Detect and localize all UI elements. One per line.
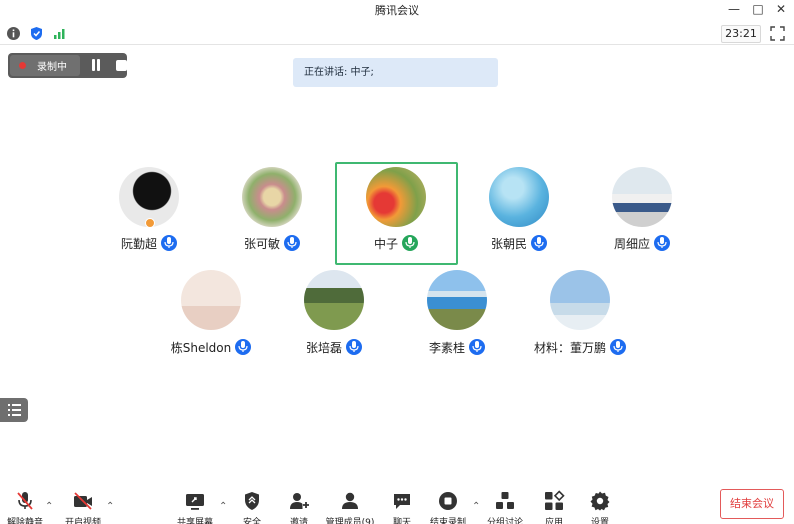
end-recording-label: 结束录制 bbox=[429, 518, 466, 524]
fullscreen-icon[interactable] bbox=[770, 26, 785, 41]
breakout-rooms-icon bbox=[496, 492, 514, 509]
avatar bbox=[550, 270, 610, 330]
mic-icon bbox=[161, 235, 177, 251]
pause-recording-icon[interactable] bbox=[90, 59, 102, 72]
list-icon bbox=[8, 404, 21, 416]
invite-user-icon bbox=[290, 493, 309, 509]
avatar bbox=[181, 270, 241, 330]
recording-indicator: 录制中 bbox=[8, 53, 127, 78]
chat-label: 聊天 bbox=[392, 518, 411, 524]
manage-members-button[interactable]: 管理成员(9) bbox=[326, 490, 374, 524]
maximize-icon[interactable]: □ bbox=[750, 1, 766, 17]
bottom-toolbar: 解除静音 ⌃ 开启视频 ⌃ 共享屏幕 ⌃ 安全 邀请 管理成员(9) 聊天 结束… bbox=[0, 486, 794, 524]
start-video-button[interactable]: 开启视频 bbox=[65, 490, 101, 524]
host-badge-icon bbox=[145, 218, 155, 228]
close-icon[interactable]: ✕ bbox=[773, 1, 789, 17]
stop-record-icon bbox=[439, 492, 457, 510]
mic-icon bbox=[654, 235, 670, 251]
unmute-label: 解除静音 bbox=[6, 518, 43, 524]
mic-icon bbox=[469, 339, 485, 355]
share-screen-icon bbox=[186, 494, 204, 510]
recording-label: 录制中 bbox=[37, 62, 67, 73]
member-list-toggle[interactable] bbox=[0, 398, 28, 422]
participant-name: 栋Sheldon bbox=[170, 340, 232, 355]
unmute-button[interactable]: 解除静音 bbox=[7, 490, 43, 524]
security-label: 安全 bbox=[242, 518, 261, 524]
avatar bbox=[489, 167, 549, 227]
video-off-icon bbox=[74, 492, 92, 510]
members-icon bbox=[342, 492, 358, 509]
participant-name: 材料：董万鹏 bbox=[533, 340, 606, 355]
breakout-button[interactable]: 分组讨论 bbox=[487, 490, 523, 524]
title-bar: 腾讯会议 — □ ✕ bbox=[0, 0, 794, 19]
participant-name: 周细应 bbox=[613, 236, 650, 251]
mic-icon bbox=[235, 339, 252, 355]
gear-icon bbox=[590, 491, 610, 511]
speaking-banner: 正在讲话: 中子; bbox=[293, 58, 498, 87]
participant-name: 张可敏 bbox=[243, 236, 280, 251]
chevron-up-icon[interactable]: ⌃ bbox=[45, 501, 53, 512]
settings-button[interactable]: 设置 bbox=[586, 490, 614, 524]
share-screen-label: 共享屏幕 bbox=[176, 518, 213, 524]
mic-muted-icon bbox=[17, 492, 33, 510]
info-icon[interactable] bbox=[6, 26, 21, 41]
participant-name: 李素桂 bbox=[428, 340, 465, 355]
signal-icon[interactable] bbox=[52, 26, 67, 41]
meeting-window: 腾讯会议 — □ ✕ 23:21 录制中 正在讲话: 中子; 阮勤超 张可敏 中… bbox=[0, 0, 794, 524]
apps-grid-icon bbox=[545, 490, 565, 510]
chat-button[interactable]: 聊天 bbox=[388, 490, 416, 524]
recording-status: 录制中 bbox=[10, 55, 80, 76]
shield-icon[interactable] bbox=[29, 26, 44, 41]
security-button[interactable]: 安全 bbox=[238, 490, 266, 524]
recording-dot-icon bbox=[19, 62, 26, 69]
avatar bbox=[427, 270, 487, 330]
status-bar: 23:21 bbox=[0, 23, 794, 45]
breakout-label: 分组讨论 bbox=[486, 518, 523, 524]
mic-icon bbox=[284, 235, 300, 251]
stop-recording-icon[interactable] bbox=[116, 60, 127, 71]
invite-button[interactable]: 邀请 bbox=[285, 490, 313, 524]
start-video-label: 开启视频 bbox=[64, 518, 101, 524]
participant-name: 阮勤超 bbox=[120, 236, 157, 251]
avatar bbox=[304, 270, 364, 330]
chevron-up-icon[interactable]: ⌃ bbox=[472, 501, 480, 512]
avatar bbox=[612, 167, 672, 227]
minimize-icon[interactable]: — bbox=[726, 1, 742, 17]
apps-button[interactable]: 应用 bbox=[540, 490, 568, 524]
invite-label: 邀请 bbox=[289, 518, 308, 524]
end-meeting-button[interactable]: 结束会议 bbox=[720, 489, 784, 519]
apps-label: 应用 bbox=[544, 518, 563, 524]
settings-label: 设置 bbox=[590, 518, 609, 524]
participant-name: 张朝民 bbox=[490, 236, 527, 251]
participant-name: 张培磊 bbox=[305, 340, 342, 355]
mic-active-icon bbox=[402, 235, 418, 251]
mic-icon bbox=[346, 339, 362, 355]
chevron-up-icon[interactable]: ⌃ bbox=[106, 501, 114, 512]
participant-name: 中子 bbox=[373, 236, 398, 251]
mic-icon bbox=[610, 339, 626, 355]
shield-icon bbox=[245, 492, 259, 510]
chevron-up-icon[interactable]: ⌃ bbox=[219, 501, 227, 512]
meeting-timer: 23:21 bbox=[721, 25, 761, 43]
avatar bbox=[242, 167, 302, 227]
avatar bbox=[366, 167, 426, 227]
end-recording-button[interactable]: 结束录制 bbox=[430, 490, 466, 524]
chat-icon bbox=[394, 494, 410, 509]
mic-icon bbox=[531, 235, 547, 251]
share-screen-button[interactable]: 共享屏幕 bbox=[177, 490, 213, 524]
manage-members-label: 管理成员(9) bbox=[325, 518, 375, 524]
window-title: 腾讯会议 bbox=[375, 4, 419, 17]
